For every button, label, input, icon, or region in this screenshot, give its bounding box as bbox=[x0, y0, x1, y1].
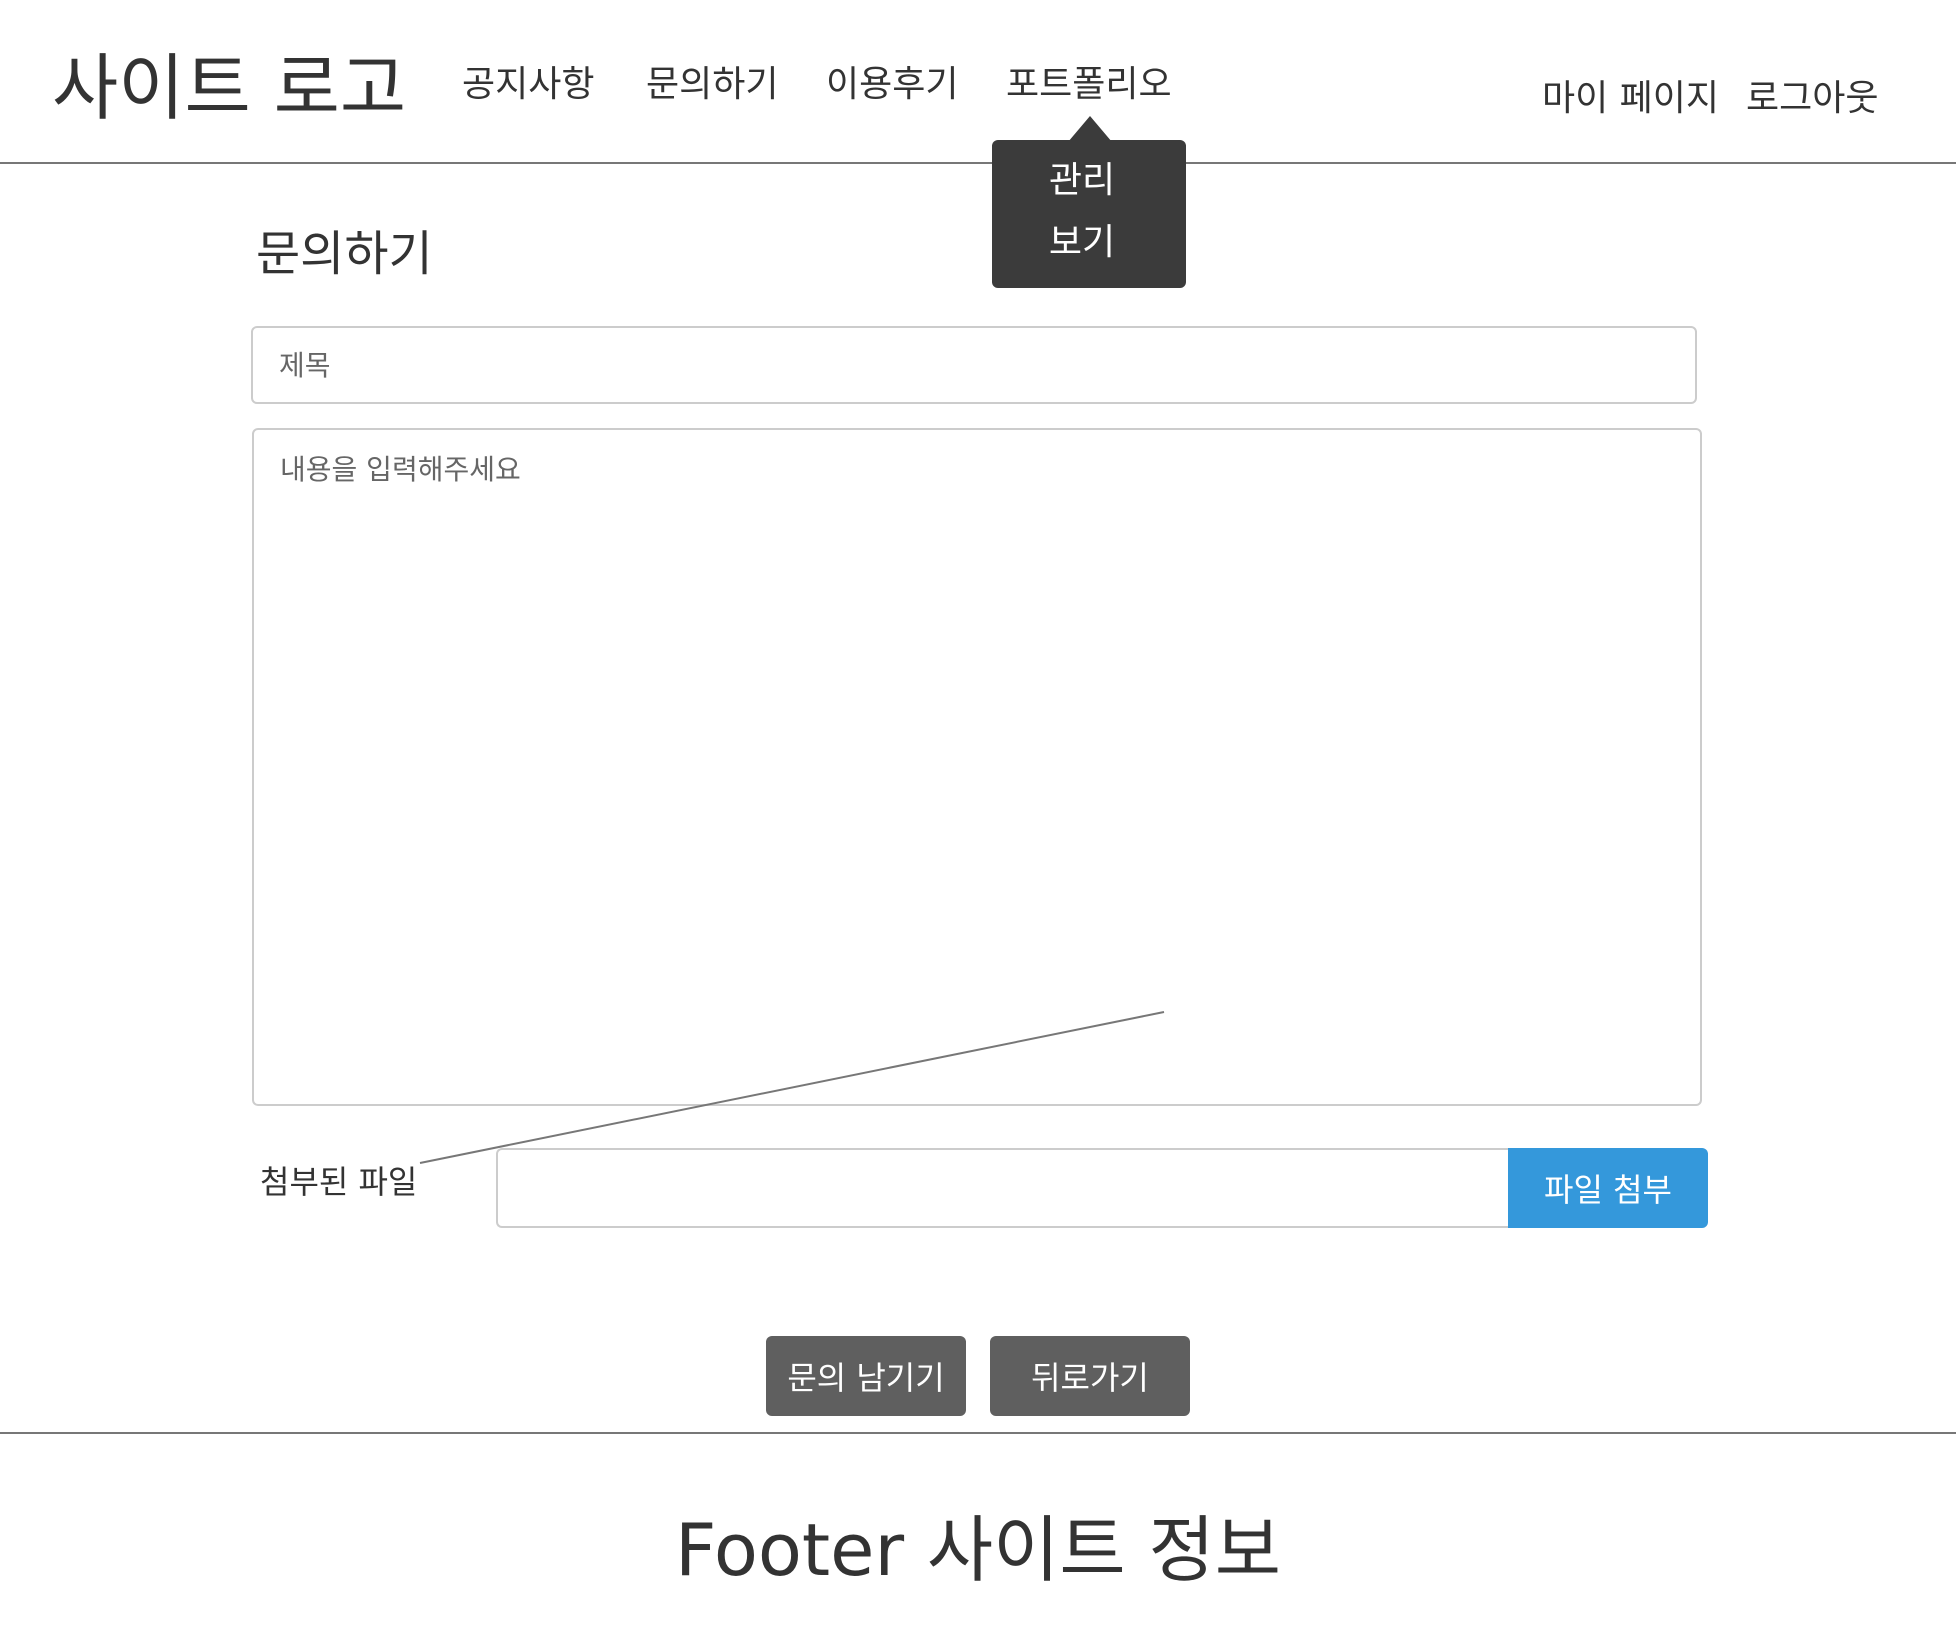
dropdown-item-manage[interactable]: 관리 bbox=[992, 156, 1172, 206]
site-logo[interactable]: 사이트 로고 bbox=[52, 40, 406, 136]
site-footer: Footer 사이트 정보 bbox=[0, 1432, 1956, 1652]
nav-item-reviews[interactable]: 이용후기 bbox=[826, 60, 958, 110]
dropdown-item-view[interactable]: 보기 bbox=[992, 218, 1172, 268]
page-title: 문의하기 bbox=[256, 226, 433, 282]
nav-item-portfolio[interactable]: 포트폴리오 bbox=[1006, 60, 1172, 110]
attach-file-button[interactable]: 파일 첨부 bbox=[1508, 1148, 1708, 1228]
dropdown-caret-icon bbox=[1068, 116, 1112, 142]
portfolio-dropdown-menu: 관리 보기 bbox=[992, 140, 1186, 288]
footer-info: Footer 사이트 정보 bbox=[674, 1508, 1282, 1592]
site-header: 사이트 로고 공지사항 문의하기 이용후기 포트폴리오 마이 페이지 로그아웃 bbox=[0, 0, 1956, 164]
submit-inquiry-button[interactable]: 문의 남기기 bbox=[766, 1336, 966, 1416]
attachment-file-field[interactable] bbox=[496, 1148, 1512, 1228]
back-button[interactable]: 뒤로가기 bbox=[990, 1336, 1190, 1416]
nav-item-notice[interactable]: 공지사항 bbox=[462, 60, 594, 110]
nav-item-my-page[interactable]: 마이 페이지 bbox=[1542, 74, 1719, 124]
nav-item-logout[interactable]: 로그아웃 bbox=[1746, 74, 1878, 124]
attachment-label: 첨부된 파일 bbox=[260, 1163, 418, 1201]
subject-input[interactable] bbox=[251, 326, 1697, 404]
content-textarea[interactable] bbox=[252, 428, 1702, 1106]
nav-item-inquiry[interactable]: 문의하기 bbox=[646, 60, 778, 110]
